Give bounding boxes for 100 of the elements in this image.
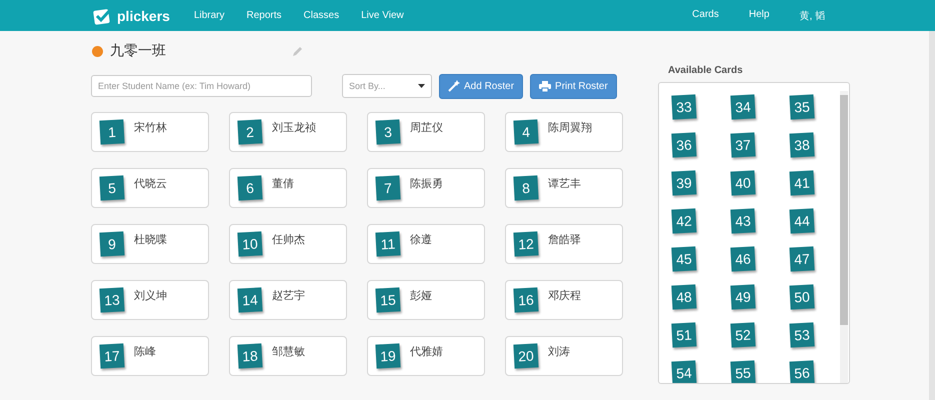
card-number: 17 — [99, 343, 125, 369]
available-card-number[interactable]: 45 — [671, 246, 697, 272]
student-card[interactable]: 9 杜晓喋 — [91, 224, 209, 264]
checkmark-card-icon — [93, 6, 113, 24]
available-card-number[interactable]: 46 — [730, 246, 756, 272]
student-name: 彭娅 — [410, 288, 432, 303]
card-number: 3 — [375, 119, 401, 145]
student-name: 刘义坤 — [134, 288, 167, 303]
student-card[interactable]: 14 赵艺宇 — [229, 280, 347, 320]
add-roster-button[interactable]: Add Roster — [439, 74, 524, 98]
student-name: 宋竹林 — [134, 120, 167, 135]
nav-link[interactable]: Cards — [692, 8, 719, 22]
student-name: 代雅婧 — [410, 344, 443, 359]
class-name: 九零一班 — [110, 42, 166, 60]
card-number: 4 — [513, 119, 539, 145]
available-card-number[interactable]: 39 — [671, 170, 697, 196]
class-status-dot — [92, 46, 103, 56]
student-card[interactable]: 17 陈峰 — [91, 336, 209, 376]
scrollbar[interactable] — [840, 91, 848, 383]
student-card[interactable]: 11 徐遵 — [367, 224, 485, 264]
available-card-number[interactable]: 42 — [671, 208, 697, 234]
card-number: 7 — [375, 175, 401, 201]
student-name: 陈周翼翔 — [548, 120, 592, 135]
student-name: 陈振勇 — [410, 176, 443, 191]
student-name: 刘玉龙祯 — [272, 120, 316, 135]
student-name: 代晓云 — [134, 176, 167, 191]
available-card-number[interactable]: 40 — [730, 170, 756, 196]
student-name: 杜晓喋 — [134, 232, 167, 247]
student-name: 任帅杰 — [272, 232, 305, 247]
student-name: 赵艺宇 — [272, 288, 305, 303]
student-card[interactable]: 18 邹慧敏 — [229, 336, 347, 376]
student-card[interactable]: 16 邓庆程 — [505, 280, 623, 320]
available-card-number[interactable]: 35 — [789, 94, 815, 120]
card-number: 16 — [513, 287, 539, 313]
printer-icon — [539, 80, 552, 92]
student-card[interactable]: 4 陈周翼翔 — [505, 112, 623, 152]
student-card[interactable]: 1 宋竹林 — [91, 112, 209, 152]
student-card[interactable]: 5 代晓云 — [91, 168, 209, 208]
card-number: 1 — [99, 119, 125, 145]
available-cards-heading: Available Cards — [668, 65, 744, 76]
pencil-icon[interactable] — [292, 46, 303, 56]
student-card[interactable]: 19 代雅婧 — [367, 336, 485, 376]
nav-link[interactable]: Reports — [246, 10, 282, 21]
card-number: 20 — [513, 343, 539, 369]
student-card[interactable]: 6 董倩 — [229, 168, 347, 208]
student-name-field[interactable]: Enter Student Name (ex: Tim Howard) — [91, 75, 312, 97]
card-number: 12 — [513, 231, 539, 257]
student-card[interactable]: 7 陈振勇 — [367, 168, 485, 208]
available-card-number[interactable]: 50 — [789, 284, 815, 310]
nav-link[interactable]: Library — [194, 10, 225, 21]
available-card-number[interactable]: 47 — [789, 246, 815, 272]
card-number: 19 — [375, 343, 401, 369]
available-card-number[interactable]: 53 — [789, 322, 815, 348]
student-card[interactable]: 10 任帅杰 — [229, 224, 347, 264]
available-card-number[interactable]: 48 — [671, 284, 697, 310]
nav-link[interactable]: Help — [748, 8, 770, 22]
student-name: 刘涛 — [548, 344, 570, 359]
student-card[interactable]: 12 詹皓驿 — [505, 224, 623, 264]
logo[interactable]: plickers — [93, 6, 170, 24]
student-name: 董倩 — [272, 176, 294, 191]
available-card-number[interactable]: 43 — [730, 208, 756, 234]
available-card-number[interactable]: 41 — [789, 170, 815, 196]
available-card-number[interactable]: 34 — [730, 94, 756, 120]
student-name: 徐遵 — [410, 232, 432, 247]
available-card-number[interactable]: 56 — [789, 360, 815, 383]
student-name: 陈峰 — [134, 344, 156, 359]
student-name: 邹慧敏 — [272, 344, 305, 359]
magic-wand-icon — [448, 80, 460, 92]
card-number: 13 — [99, 287, 125, 313]
card-number: 14 — [237, 287, 263, 313]
available-card-number[interactable]: 36 — [671, 132, 697, 158]
print-roster-button[interactable]: Print Roster — [530, 74, 617, 98]
card-number: 11 — [375, 231, 401, 257]
page-scrollbar[interactable] — [929, 31, 935, 400]
available-card-number[interactable]: 38 — [789, 132, 815, 158]
student-card[interactable]: 13 刘义坤 — [91, 280, 209, 320]
student-name: 詹皓驿 — [548, 232, 581, 247]
available-card-number[interactable]: 33 — [671, 94, 697, 120]
nav-link[interactable]: Classes — [304, 10, 340, 21]
user-menu[interactable]: 黄, 韬 — [799, 8, 825, 22]
available-card-number[interactable]: 49 — [730, 284, 756, 310]
card-number: 9 — [99, 231, 125, 257]
available-card-number[interactable]: 51 — [671, 322, 697, 348]
available-card-number[interactable]: 37 — [730, 132, 756, 158]
student-card[interactable]: 8 谭艺丰 — [505, 168, 623, 208]
card-number: 2 — [237, 119, 263, 145]
card-number: 5 — [99, 175, 125, 201]
available-card-number[interactable]: 55 — [730, 360, 756, 383]
student-card[interactable]: 3 周芷仪 — [367, 112, 485, 152]
student-card[interactable]: 2 刘玉龙祯 — [229, 112, 347, 152]
student-card[interactable]: 20 刘涛 — [505, 336, 623, 376]
available-card-number[interactable]: 44 — [789, 208, 815, 234]
sort-dropdown[interactable]: Sort By... — [342, 74, 432, 98]
student-name: 邓庆程 — [548, 288, 581, 303]
card-number: 15 — [375, 287, 401, 313]
student-card[interactable]: 15 彭娅 — [367, 280, 485, 320]
card-number: 10 — [237, 231, 263, 257]
nav-link[interactable]: Live View — [361, 10, 404, 21]
available-card-number[interactable]: 54 — [671, 360, 697, 383]
available-card-number[interactable]: 52 — [730, 322, 756, 348]
